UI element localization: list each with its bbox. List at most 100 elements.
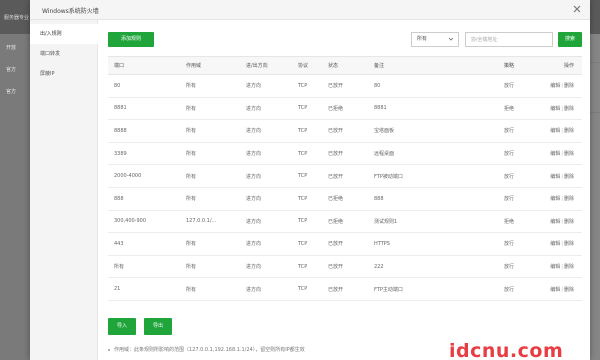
edit-link[interactable]: 编辑 xyxy=(550,83,560,89)
cell-scope: 所有 xyxy=(180,164,240,188)
cell-policy: 放行 xyxy=(498,187,536,211)
cell-protocol: TCP xyxy=(292,142,322,166)
side-menu-block-ip[interactable]: 屏蔽IP xyxy=(30,64,98,84)
column-header-operation: 操作 xyxy=(536,56,582,75)
edit-link[interactable]: 编辑 xyxy=(550,106,560,112)
cell-port: 8888 xyxy=(108,119,180,143)
table-row: 888 所有 进方向 TCP 已拒绝 888 放行 编辑|删除 xyxy=(108,187,582,211)
edit-link[interactable]: 编辑 xyxy=(550,287,560,293)
cell-policy: 放行 xyxy=(498,74,536,98)
import-button[interactable]: 导入 xyxy=(108,318,136,335)
cell-operation: 编辑|删除 xyxy=(536,119,582,143)
cell-operation: 编辑|删除 xyxy=(536,277,582,301)
delete-link[interactable]: 删除 xyxy=(564,196,574,202)
table-row: 21 所有 进方向 TCP 已放开 FTP主动端口 放行 编辑|删除 xyxy=(108,277,582,301)
delete-link[interactable]: 删除 xyxy=(564,151,574,157)
delete-link[interactable]: 删除 xyxy=(564,219,574,225)
delete-link[interactable]: 删除 xyxy=(564,174,574,180)
cell-note: 888 xyxy=(368,187,498,211)
status-badge: 已放开 xyxy=(328,128,344,135)
cell-status: 已拒绝 xyxy=(322,97,368,121)
edit-link[interactable]: 编辑 xyxy=(550,196,560,202)
edit-link[interactable]: 编辑 xyxy=(550,174,560,180)
cell-direction: 进方向 xyxy=(240,119,292,143)
table-header-row: 端口 作用域 进/出方向 协议 状态 备注 策略 操作 xyxy=(108,56,582,75)
status-badge: 已放开 xyxy=(328,241,344,248)
column-header-protocol: 协议 xyxy=(292,56,322,75)
table-row: 2000-4000 所有 进方向 TCP 已放开 FTP被动端口 放行 编辑|删除 xyxy=(108,164,582,188)
cell-scope: 所有 xyxy=(180,232,240,256)
cell-protocol: TCP xyxy=(292,187,322,211)
cell-note: HTTPS xyxy=(368,232,498,256)
delete-link[interactable]: 删除 xyxy=(564,106,574,112)
delete-link[interactable]: 删除 xyxy=(564,264,574,270)
cell-direction: 进方向 xyxy=(240,210,292,234)
background-header-title: 服务器专业 xyxy=(4,15,30,21)
table-row: 8881 所有 进方向 TCP 已拒绝 8881 拒绝 编辑|删除 xyxy=(108,97,582,121)
cell-note: FTP被动端口 xyxy=(368,164,498,188)
cell-policy: 放行 xyxy=(498,119,536,143)
side-menu-inout-rules[interactable]: 出/入规则 xyxy=(30,24,98,44)
status-badge: 已放开 xyxy=(328,173,344,180)
background-sidebar-item: 官方 xyxy=(6,67,17,73)
cell-protocol: TCP xyxy=(292,119,322,143)
status-badge: 已放开 xyxy=(328,151,344,158)
edit-link[interactable]: 编辑 xyxy=(550,264,560,270)
dialog-titlebar: Windows系统防火墙 xyxy=(30,0,590,20)
table-row: 3389 所有 进方向 TCP 已放开 远程桌面 放行 编辑|删除 xyxy=(108,142,582,166)
cell-status: 已放开 xyxy=(322,164,368,188)
background-sidebar: 开放 官方 官方 xyxy=(0,34,30,360)
export-button[interactable]: 导出 xyxy=(144,318,172,335)
bullet-icon xyxy=(108,348,110,351)
cell-scope: 127.0.0.1/... xyxy=(180,210,240,234)
delete-link[interactable]: 删除 xyxy=(564,128,574,134)
delete-link[interactable]: 删除 xyxy=(564,83,574,89)
cell-status: 已放开 xyxy=(322,255,368,279)
cell-status: 已拒绝 xyxy=(322,210,368,234)
close-icon[interactable] xyxy=(572,4,582,14)
cell-protocol: TCP xyxy=(292,164,322,188)
side-menu-port-forward[interactable]: 端口转发 xyxy=(30,44,98,64)
rules-table: 端口 作用域 进/出方向 协议 状态 备注 策略 操作 80 所有 进方向 TCP 已放… xyxy=(108,56,582,301)
cell-direction: 进方向 xyxy=(240,74,292,98)
status-badge: 已放开 xyxy=(328,264,344,271)
table-row: 300,400-900 127.0.0.1/... 进方向 TCP 已拒绝 测试规则1 拒绝… xyxy=(108,210,582,234)
cell-status: 已放开 xyxy=(322,74,368,98)
scope-help-note: 作用域：此条规则所影响的范围（127.0.0.1,192.168.1.1/24）… xyxy=(108,346,305,353)
edit-link[interactable]: 编辑 xyxy=(550,241,560,247)
scope-help-text: 作用域：此条规则所影响的范围（127.0.0.1,192.168.1.1/24）… xyxy=(114,347,305,353)
background-sidebar-item: 开放 xyxy=(6,45,17,51)
cell-protocol: TCP xyxy=(292,255,322,279)
edit-link[interactable]: 编辑 xyxy=(550,219,560,225)
cell-scope: 所有 xyxy=(180,74,240,98)
delete-link[interactable]: 删除 xyxy=(564,287,574,293)
cell-direction: 进方向 xyxy=(240,255,292,279)
column-header-port: 端口 xyxy=(108,56,180,75)
watermark: idcnu.com xyxy=(449,340,564,360)
cell-scope: 所有 xyxy=(180,119,240,143)
cell-direction: 进方向 xyxy=(240,164,292,188)
cell-note: 8881 xyxy=(368,97,498,121)
chevron-down-icon xyxy=(448,37,454,41)
cell-scope: 所有 xyxy=(180,277,240,301)
firewall-dialog: Windows系统防火墙 出/入规则 端口转发 屏蔽IP 添加规则 所有 搜索 … xyxy=(30,0,590,360)
cell-direction: 进方向 xyxy=(240,277,292,301)
cell-protocol: TCP xyxy=(292,97,322,121)
table-row: 80 所有 进方向 TCP 已放开 80 放行 编辑|删除 xyxy=(108,74,582,98)
column-header-policy: 策略 xyxy=(498,56,536,75)
delete-link[interactable]: 删除 xyxy=(564,241,574,247)
cell-note: 远程桌面 xyxy=(368,142,498,166)
cell-status: 已放开 xyxy=(322,142,368,166)
cell-policy: 拒绝 xyxy=(498,97,536,121)
cell-port: 443 xyxy=(108,232,180,256)
column-header-direction: 进/出方向 xyxy=(240,56,292,75)
edit-link[interactable]: 编辑 xyxy=(550,128,560,134)
cell-port: 8881 xyxy=(108,97,180,121)
filter-select[interactable]: 所有 xyxy=(411,32,459,47)
add-rule-button[interactable]: 添加规则 xyxy=(108,32,154,47)
edit-link[interactable]: 编辑 xyxy=(550,151,560,157)
cell-scope: 所有 xyxy=(180,255,240,279)
search-input[interactable] xyxy=(465,32,553,47)
search-button[interactable]: 搜索 xyxy=(558,32,582,47)
status-badge: 已放开 xyxy=(328,286,344,293)
